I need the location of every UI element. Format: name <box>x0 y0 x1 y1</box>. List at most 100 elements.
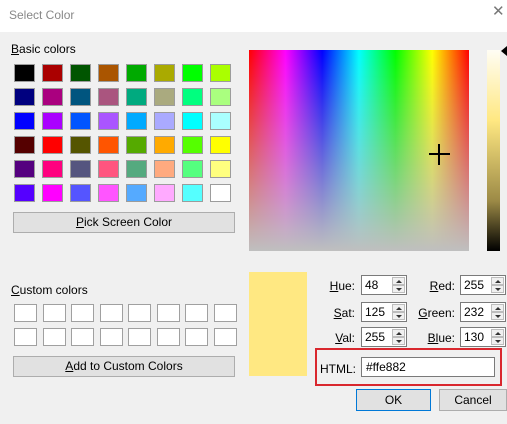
color-spectrum[interactable] <box>249 50 469 251</box>
green-label: Green: <box>418 306 455 320</box>
spin-up-icon[interactable] <box>491 304 504 312</box>
spin-down-icon[interactable] <box>491 285 504 293</box>
cancel-button[interactable]: Cancel <box>439 389 507 411</box>
slider-arrow-icon[interactable] <box>501 46 507 56</box>
custom-color-swatch[interactable] <box>14 328 37 346</box>
basic-color-swatch[interactable] <box>14 88 35 106</box>
spin-up-icon[interactable] <box>491 329 504 337</box>
spin-up-icon[interactable] <box>392 277 405 285</box>
basic-color-swatch[interactable] <box>70 112 91 130</box>
hue-spinbox[interactable]: 48 <box>361 275 407 295</box>
spin-down-icon[interactable] <box>491 312 504 320</box>
basic-color-swatch[interactable] <box>126 88 147 106</box>
green-spinbox[interactable]: 232 <box>460 302 506 322</box>
basic-color-swatch[interactable] <box>210 112 231 130</box>
custom-color-swatch[interactable] <box>185 328 208 346</box>
basic-color-swatch[interactable] <box>210 184 231 202</box>
sat-label: Sat: <box>333 306 355 320</box>
custom-color-swatch[interactable] <box>42 328 66 346</box>
custom-color-swatch[interactable] <box>71 328 94 346</box>
basic-color-swatch[interactable] <box>210 136 231 154</box>
basic-color-swatch[interactable] <box>42 136 63 154</box>
basic-color-swatch[interactable] <box>70 184 91 202</box>
spin-down-icon[interactable] <box>491 337 504 345</box>
blue-label: Blue: <box>427 331 455 345</box>
custom-color-swatch[interactable] <box>128 328 151 346</box>
basic-color-swatch[interactable] <box>182 184 203 202</box>
basic-color-swatch[interactable] <box>14 112 35 130</box>
basic-color-swatch[interactable] <box>126 112 147 130</box>
basic-color-swatch[interactable] <box>98 184 119 202</box>
ok-button[interactable]: OK <box>356 389 431 411</box>
basic-color-swatch[interactable] <box>98 64 119 82</box>
basic-color-swatch[interactable] <box>210 64 231 82</box>
basic-color-swatch[interactable] <box>70 64 91 82</box>
basic-color-swatch[interactable] <box>98 136 119 154</box>
basic-color-swatch[interactable] <box>14 64 35 82</box>
spin-down-icon[interactable] <box>392 285 405 293</box>
basic-color-swatch[interactable] <box>70 160 91 178</box>
custom-colors-label: Custom colors <box>11 283 88 297</box>
basic-color-swatch[interactable] <box>42 184 63 202</box>
basic-color-swatch[interactable] <box>182 112 203 130</box>
custom-color-swatch[interactable] <box>156 328 180 346</box>
basic-color-swatch[interactable] <box>182 160 203 178</box>
window-title: Select Color <box>9 8 75 22</box>
basic-color-swatch[interactable] <box>126 160 147 178</box>
basic-colors-label: Basic colors <box>11 42 76 56</box>
blue-spinbox[interactable]: 130 <box>460 327 506 347</box>
basic-color-swatch[interactable] <box>42 112 63 130</box>
basic-color-swatch[interactable] <box>126 136 147 154</box>
basic-color-swatch[interactable] <box>14 136 35 154</box>
val-spinbox[interactable]: 255 <box>361 327 407 347</box>
custom-color-swatch[interactable] <box>156 304 180 322</box>
basic-color-swatch[interactable] <box>42 64 63 82</box>
basic-color-swatch[interactable] <box>98 160 119 178</box>
basic-color-swatch[interactable] <box>154 112 175 130</box>
basic-color-swatch[interactable] <box>182 136 203 154</box>
basic-color-swatch[interactable] <box>182 64 203 82</box>
basic-color-swatch[interactable] <box>154 136 175 154</box>
custom-color-swatch[interactable] <box>99 328 123 346</box>
title-bar <box>0 0 507 32</box>
basic-color-swatch[interactable] <box>210 160 231 178</box>
custom-color-swatch[interactable] <box>42 304 66 322</box>
basic-color-swatch[interactable] <box>126 184 147 202</box>
html-input[interactable]: #ffe882 <box>361 357 495 377</box>
val-label: Val: <box>335 331 355 345</box>
red-spinbox[interactable]: 255 <box>460 275 506 295</box>
basic-color-swatch[interactable] <box>14 184 35 202</box>
basic-color-swatch[interactable] <box>154 64 175 82</box>
spin-up-icon[interactable] <box>491 277 504 285</box>
basic-color-swatch[interactable] <box>70 136 91 154</box>
custom-color-swatch[interactable] <box>99 304 123 322</box>
custom-color-swatch[interactable] <box>213 328 237 346</box>
close-icon[interactable]: ✕ <box>492 4 505 19</box>
basic-color-swatch[interactable] <box>42 160 63 178</box>
pick-screen-color-button[interactable]: Pick Screen Color <box>13 212 235 233</box>
basic-color-swatch[interactable] <box>210 88 231 106</box>
custom-color-swatch[interactable] <box>71 304 94 322</box>
spin-down-icon[interactable] <box>392 312 405 320</box>
custom-color-swatch[interactable] <box>213 304 237 322</box>
spin-up-icon[interactable] <box>392 329 405 337</box>
basic-color-swatch[interactable] <box>154 88 175 106</box>
custom-color-swatch[interactable] <box>185 304 208 322</box>
basic-color-swatch[interactable] <box>98 112 119 130</box>
basic-color-swatch[interactable] <box>154 160 175 178</box>
custom-color-swatch[interactable] <box>14 304 37 322</box>
basic-color-swatch[interactable] <box>14 160 35 178</box>
basic-color-swatch[interactable] <box>126 64 147 82</box>
add-to-custom-colors-button[interactable]: Add to Custom Colors <box>13 356 235 377</box>
basic-color-swatch[interactable] <box>154 184 175 202</box>
spin-up-icon[interactable] <box>392 304 405 312</box>
basic-color-swatch[interactable] <box>70 88 91 106</box>
custom-color-swatch[interactable] <box>128 304 151 322</box>
basic-color-swatch[interactable] <box>98 88 119 106</box>
luminance-slider[interactable] <box>487 50 500 251</box>
spin-down-icon[interactable] <box>392 337 405 345</box>
basic-color-swatch[interactable] <box>182 88 203 106</box>
basic-color-swatch[interactable] <box>42 88 63 106</box>
sat-spinbox[interactable]: 125 <box>361 302 407 322</box>
crosshair-icon <box>438 144 440 165</box>
